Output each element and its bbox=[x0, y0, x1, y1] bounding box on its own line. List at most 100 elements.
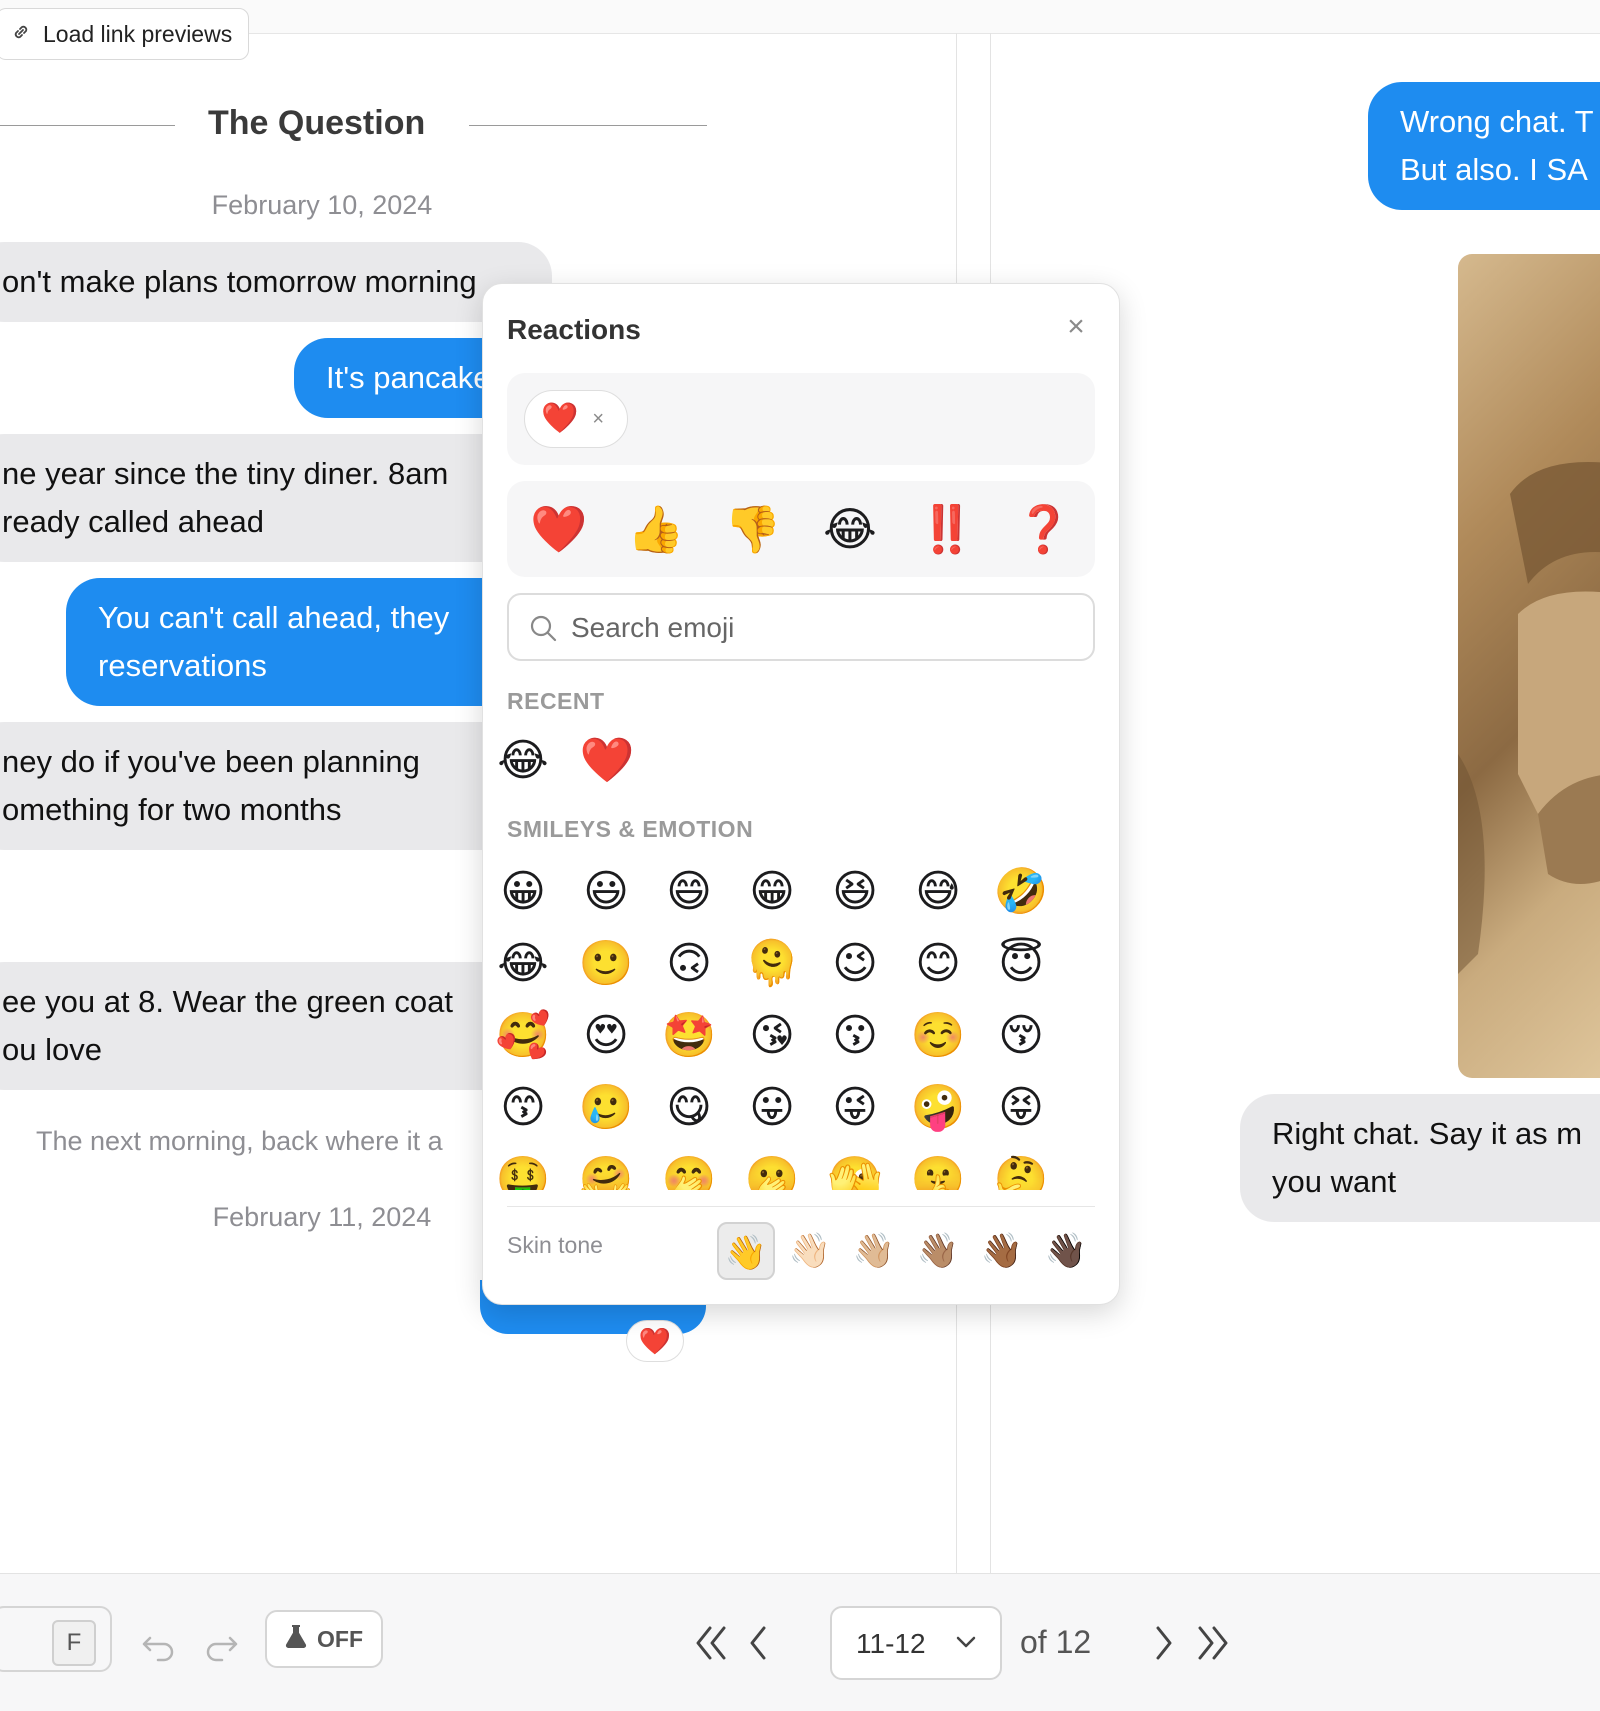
quick-reaction-thumbs-down[interactable]: 👎 bbox=[723, 499, 783, 559]
message-bubble[interactable]: ee you at 8. Wear the green coat ou love bbox=[0, 962, 530, 1090]
skin-tone-light[interactable]: 👋🏻 bbox=[781, 1222, 839, 1280]
load-link-previews-button[interactable]: Load link previews bbox=[0, 8, 250, 60]
emoji-cell[interactable]: 😉 bbox=[823, 932, 887, 996]
first-page-icon[interactable] bbox=[688, 1614, 736, 1672]
recent-label: RECENT bbox=[507, 688, 605, 714]
selected-reaction-chip[interactable]: ❤️ × bbox=[524, 390, 628, 448]
message-bubble[interactable]: Wrong chat. T But also. I SA bbox=[1368, 82, 1600, 210]
next-page-icon[interactable] bbox=[1138, 1614, 1186, 1672]
skin-tone-label: Skin tone bbox=[507, 1232, 603, 1258]
popup-title: Reactions bbox=[507, 314, 641, 345]
page-range-select[interactable]: 11-12 bbox=[830, 1606, 1002, 1680]
message-text: ney do if you've been planning bbox=[2, 744, 420, 779]
emoji-cell[interactable]: 😚 bbox=[989, 1004, 1053, 1068]
quick-reaction-thumbs-up[interactable]: 👍 bbox=[626, 499, 686, 559]
redo-icon[interactable] bbox=[200, 1618, 244, 1668]
message-bubble[interactable]: Right chat. Say it as m you want bbox=[1240, 1094, 1600, 1222]
emoji-cell[interactable]: 😍 bbox=[574, 1004, 638, 1068]
emoji-search bbox=[507, 593, 1095, 661]
message-text: It's pancake bbox=[326, 360, 491, 395]
date-separator: February 10, 2024 bbox=[211, 190, 433, 220]
emoji-cell[interactable]: 😃 bbox=[574, 860, 638, 924]
emoji-cell[interactable]: 🙂 bbox=[574, 932, 638, 996]
last-page-icon[interactable] bbox=[1188, 1614, 1236, 1672]
chevron-down-icon bbox=[954, 1630, 978, 1659]
emoji-recent[interactable]: 😂 bbox=[491, 729, 555, 793]
emoji-cell[interactable]: 😀 bbox=[491, 860, 555, 924]
skin-tone-medium-light[interactable]: 👋🏼 bbox=[845, 1222, 903, 1280]
quick-reaction-question[interactable]: ❓ bbox=[1014, 499, 1074, 559]
emoji-cell[interactable]: 🤑 bbox=[491, 1148, 555, 1190]
undo-icon[interactable] bbox=[136, 1618, 180, 1668]
quick-reactions: ❤️ 👍 👎 😂 ‼️ ❓ bbox=[507, 481, 1095, 577]
emoji-cell[interactable]: 🤭 bbox=[657, 1148, 721, 1190]
emoji-cell[interactable]: 😊 bbox=[906, 932, 970, 996]
chat-title-row: The Question bbox=[0, 104, 708, 148]
chat-title: The Question bbox=[208, 104, 426, 142]
smileys-label: SMILEYS & EMOTION bbox=[507, 816, 754, 842]
emoji-cell[interactable]: 🤩 bbox=[657, 1004, 721, 1068]
message-text: reservations bbox=[98, 648, 267, 683]
emoji-cell[interactable]: 😆 bbox=[823, 860, 887, 924]
message-text: omething for two months bbox=[2, 792, 342, 827]
message-text: you want bbox=[1272, 1164, 1397, 1199]
search-icon bbox=[529, 614, 557, 647]
message-text: Right chat. Say it as m bbox=[1272, 1116, 1583, 1151]
emoji-cell[interactable]: 🤣 bbox=[989, 860, 1053, 924]
emoji-cell[interactable]: 🤔 bbox=[989, 1148, 1053, 1190]
quick-reaction-heart[interactable]: ❤️ bbox=[529, 499, 589, 559]
quick-reaction-exclamation[interactable]: ‼️ bbox=[917, 499, 977, 559]
emoji-cell[interactable]: 😇 bbox=[989, 932, 1053, 996]
emoji-grid: 😀 😃 😄 😁 😆 😅 🤣 😂 🙂 🙃 🫠 😉 😊 😇 🥰 😍 🤩 😘 😗 ☺️… bbox=[483, 860, 1119, 1190]
date-separator: February 11, 2024 bbox=[212, 1202, 432, 1232]
message-reaction-badge[interactable]: ❤️ bbox=[626, 1320, 684, 1362]
emoji-cell[interactable]: 😋 bbox=[657, 1076, 721, 1140]
emoji-cell[interactable]: 😂 bbox=[491, 932, 555, 996]
message-text: Wrong chat. T bbox=[1400, 104, 1594, 139]
page-range-value: 11-12 bbox=[856, 1628, 926, 1659]
emoji-cell[interactable]: 😅 bbox=[906, 860, 970, 924]
message-photo[interactable] bbox=[1458, 254, 1600, 1078]
emoji-cell[interactable]: 🥲 bbox=[574, 1076, 638, 1140]
bottom-toolbar: F OFF 11-12 of 12 bbox=[0, 1573, 1600, 1711]
emoji-cell[interactable]: 🥰 bbox=[491, 1004, 555, 1068]
emoji-cell[interactable]: 🙃 bbox=[657, 932, 721, 996]
emoji-cell[interactable]: ☺️ bbox=[906, 1004, 970, 1068]
narration-text: The next morning, back where it a bbox=[36, 1126, 443, 1156]
skin-tone-dark[interactable]: 👋🏿 bbox=[1037, 1222, 1095, 1280]
emoji-cell[interactable]: 🤗 bbox=[574, 1148, 638, 1190]
emoji-cell[interactable]: 😁 bbox=[740, 860, 804, 924]
lab-toggle-button[interactable]: OFF bbox=[265, 1610, 383, 1668]
message-text: But also. I SA bbox=[1400, 152, 1588, 187]
message-text: on't make plans tomorrow morning bbox=[2, 264, 477, 299]
emoji-cell[interactable]: 🤫 bbox=[906, 1148, 970, 1190]
emoji-cell[interactable]: 😘 bbox=[740, 1004, 804, 1068]
message-bubble[interactable]: ney do if you've been planning omething … bbox=[0, 722, 530, 850]
message-text: ne year since the tiny diner. 8am bbox=[2, 456, 449, 491]
emoji-cell[interactable]: 😙 bbox=[491, 1076, 555, 1140]
emoji-cell[interactable]: 😗 bbox=[823, 1004, 887, 1068]
emoji-cell[interactable]: 🫢 bbox=[740, 1148, 804, 1190]
title-rule-right bbox=[469, 125, 707, 126]
emoji-cell[interactable]: 😝 bbox=[989, 1076, 1053, 1140]
load-link-previews-label: Load link previews bbox=[43, 20, 233, 47]
close-icon[interactable]: × bbox=[1063, 312, 1089, 342]
skin-tone-default[interactable]: 👋 bbox=[717, 1222, 775, 1280]
quick-reaction-laugh[interactable]: 😂 bbox=[820, 499, 880, 559]
emoji-cell[interactable]: 🤪 bbox=[906, 1076, 970, 1140]
emoji-cell[interactable]: 😄 bbox=[657, 860, 721, 924]
remove-reaction-icon[interactable]: × bbox=[592, 408, 604, 431]
skin-tone-medium-dark[interactable]: 👋🏾 bbox=[973, 1222, 1031, 1280]
link-icon bbox=[11, 21, 31, 48]
search-input[interactable] bbox=[569, 605, 1073, 651]
emoji-cell[interactable]: 😜 bbox=[823, 1076, 887, 1140]
previous-page-icon[interactable] bbox=[736, 1614, 784, 1672]
emoji-recent[interactable]: ❤️ bbox=[575, 729, 639, 793]
skin-tone-medium[interactable]: 👋🏽 bbox=[909, 1222, 967, 1280]
message-bubble[interactable]: on't make plans tomorrow morning bbox=[0, 242, 552, 322]
emoji-cell[interactable]: 🫠 bbox=[740, 932, 804, 996]
emoji-cell[interactable]: 😛 bbox=[740, 1076, 804, 1140]
message-bubble[interactable]: ne year since the tiny diner. 8am ready … bbox=[0, 434, 530, 562]
emoji-cell[interactable]: 🫣 bbox=[823, 1148, 887, 1190]
message-bubble[interactable]: You can't call ahead, they reservations bbox=[66, 578, 546, 706]
